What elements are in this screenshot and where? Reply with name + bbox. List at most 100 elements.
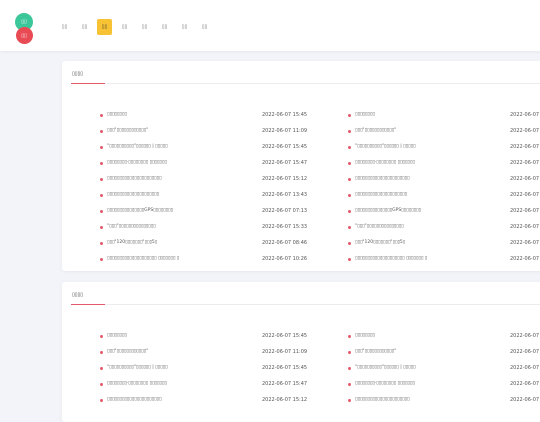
- news-title[interactable]: ▯▯▯▯▯▯▯▯▯▯▯▯▯▯▯▯▯▯▯▯▯▯: [355, 395, 409, 405]
- news-date: 2022-06-07 15:45: [262, 144, 308, 150]
- news-date: 2022-06-07 15:47: [262, 160, 308, 166]
- news-row[interactable]: ▯▯▯▯▯▯▯▯·▯▯▯▯▯▯▯▯ ▯▯▯▯▯▯▯ 2022-06-07 15:4…: [100, 378, 315, 394]
- news-row[interactable]: ▯▯▯▯▯▯▯▯▯▯▯▯▯▯▯▯▯▯▯▯▯▯ 2022-06-07: [348, 394, 540, 410]
- nav-item-7[interactable]: ▯▯: [177, 19, 192, 35]
- news-date: 2022-06-07 15:45: [262, 365, 308, 371]
- news-title[interactable]: ▯▯▯▯▯▯▯▯▯▯▯▯▯▯▯▯▯▯▯▯ ▯▯▯▯▯▯▯ ▯: [355, 254, 427, 264]
- news-row[interactable]: "▯▯▯"▯▯▯▯▯▯▯▯▯▯▯▯▯▯▯ 2022-06-07 15:33: [100, 221, 315, 237]
- bullet-icon: [100, 146, 103, 149]
- news-row[interactable]: ▯▯▯▯▯▯▯▯ 2022-06-07 15:45: [100, 330, 315, 346]
- news-title[interactable]: ▯▯▯▯▯▯▯▯: [355, 110, 375, 120]
- news-row[interactable]: ▯▯▯▯▯▯▯▯▯▯▯▯▯▯▯▯▯▯▯▯ ▯▯▯▯▯▯▯ ▯ 2022-06-07…: [100, 253, 315, 269]
- bullet-icon: [348, 351, 351, 354]
- news-title[interactable]: ▯▯▯"▯▯▯▯▯▯▯▯▯▯▯▯": [355, 126, 396, 136]
- news-title[interactable]: "▯▯▯▯▯▯▯▯▯▯"▯▯▯▯▯▯ | ▯▯▯▯▯: [107, 142, 168, 152]
- news-row[interactable]: "▯▯▯▯▯▯▯▯▯▯"▯▯▯▯▯▯ | ▯▯▯▯▯ 2022-06-07: [348, 362, 540, 378]
- news-title[interactable]: ▯▯▯"120▯▯▯▯▯▯▯"▯▯▯5▯: [355, 238, 405, 248]
- news-row[interactable]: ▯▯▯▯▯▯▯▯·▯▯▯▯▯▯▯▯ ▯▯▯▯▯▯▯ 2022-06-07 15:4…: [100, 157, 315, 173]
- nav-item-8[interactable]: ▯▯: [197, 19, 212, 35]
- news-date: 2022-06-07: [510, 192, 540, 198]
- news-card-2: ▯▯▯▯ ▯▯▯▯▯▯▯▯ 2022-06-07 15:45 ▯▯▯"▯▯▯▯▯▯…: [62, 282, 540, 422]
- news-row[interactable]: ▯▯▯"120▯▯▯▯▯▯▯"▯▯▯5▯ 2022-06-07 08:46: [100, 237, 315, 253]
- news-date: 2022-06-07 11:09: [262, 128, 308, 134]
- news-row[interactable]: "▯▯▯▯▯▯▯▯▯▯"▯▯▯▯▯▯ | ▯▯▯▯▯ 2022-06-07 15:…: [100, 362, 315, 378]
- site-logo[interactable]: ▯▯ ▯▯: [15, 13, 33, 45]
- news-title[interactable]: ▯▯▯"▯▯▯▯▯▯▯▯▯▯▯▯": [355, 347, 396, 357]
- news-title[interactable]: ▯▯▯▯▯▯▯▯▯▯▯▯▯▯▯▯▯▯▯▯▯▯: [107, 174, 161, 184]
- news-row[interactable]: ▯▯▯▯▯▯▯▯▯▯▯▯▯▯▯▯▯▯▯▯ ▯▯▯▯▯▯▯ ▯ 2022-06-07: [348, 253, 540, 269]
- news-row[interactable]: ▯▯▯▯▯▯▯▯·▯▯▯▯▯▯▯▯ ▯▯▯▯▯▯▯ 2022-06-07: [348, 157, 540, 173]
- bullet-icon: [100, 383, 103, 386]
- news-title[interactable]: "▯▯▯"▯▯▯▯▯▯▯▯▯▯▯▯▯▯▯: [355, 222, 404, 232]
- news-title[interactable]: ▯▯▯▯▯▯▯▯▯▯▯▯▯▯▯▯▯▯▯▯▯: [355, 190, 407, 200]
- news-row[interactable]: ▯▯▯▯▯▯▯▯▯▯▯▯▯▯▯▯▯▯▯▯▯▯ 2022-06-07 15:12: [100, 173, 315, 189]
- news-title[interactable]: "▯▯▯▯▯▯▯▯▯▯"▯▯▯▯▯▯ | ▯▯▯▯▯: [355, 142, 416, 152]
- news-list-right: ▯▯▯▯▯▯▯▯ 2022-06-07 ▯▯▯"▯▯▯▯▯▯▯▯▯▯▯▯" 2022…: [348, 109, 540, 269]
- news-title[interactable]: ▯▯▯▯▯▯▯▯▯▯▯▯▯▯▯GPS▯▯▯▯▯▯▯▯: [107, 206, 173, 216]
- news-row[interactable]: ▯▯▯▯▯▯▯▯▯▯▯▯▯▯▯▯▯▯▯▯▯ 2022-06-07: [348, 189, 540, 205]
- bullet-icon: [100, 114, 103, 117]
- news-row[interactable]: ▯▯▯"120▯▯▯▯▯▯▯"▯▯▯5▯ 2022-06-07: [348, 237, 540, 253]
- news-row[interactable]: ▯▯▯▯▯▯▯▯·▯▯▯▯▯▯▯▯ ▯▯▯▯▯▯▯ 2022-06-07: [348, 378, 540, 394]
- news-title[interactable]: ▯▯▯▯▯▯▯▯: [107, 110, 127, 120]
- news-card-1: ▯▯▯▯ ▯▯▯▯▯▯▯▯ 2022-06-07 15:45 ▯▯▯"▯▯▯▯▯▯…: [62, 61, 540, 271]
- news-title[interactable]: ▯▯▯▯▯▯▯▯▯▯▯▯▯▯▯GPS▯▯▯▯▯▯▯▯: [355, 206, 421, 216]
- news-row[interactable]: "▯▯▯"▯▯▯▯▯▯▯▯▯▯▯▯▯▯▯ 2022-06-07: [348, 221, 540, 237]
- news-row[interactable]: "▯▯▯▯▯▯▯▯▯▯"▯▯▯▯▯▯ | ▯▯▯▯▯ 2022-06-07: [348, 141, 540, 157]
- top-navigation-bar: ▯▯ ▯▯ ▯▯ ▯▯ ▯▯ ▯▯ ▯▯ ▯▯ ▯▯ ▯▯: [0, 0, 540, 51]
- news-row[interactable]: ▯▯▯▯▯▯▯▯ 2022-06-07: [348, 109, 540, 125]
- news-title[interactable]: ▯▯▯▯▯▯▯▯▯▯▯▯▯▯▯▯▯▯▯▯▯▯: [355, 174, 409, 184]
- news-date: 2022-06-07: [510, 256, 540, 262]
- news-row[interactable]: ▯▯▯▯▯▯▯▯ 2022-06-07: [348, 330, 540, 346]
- logo-bottom-text: ▯▯: [21, 33, 27, 39]
- nav-item-4[interactable]: ▯▯: [117, 19, 132, 35]
- news-title[interactable]: ▯▯▯▯▯▯▯▯▯▯▯▯▯▯▯▯▯▯▯▯ ▯▯▯▯▯▯▯ ▯: [107, 254, 179, 264]
- bullet-icon: [100, 194, 103, 197]
- news-date: 2022-06-07: [510, 349, 540, 355]
- card-title: ▯▯▯▯: [72, 292, 84, 298]
- nav-item-1[interactable]: ▯▯: [57, 19, 72, 35]
- nav-item-5[interactable]: ▯▯: [137, 19, 152, 35]
- news-title[interactable]: ▯▯▯▯▯▯▯▯: [355, 331, 375, 341]
- bullet-icon: [348, 146, 351, 149]
- news-title[interactable]: ▯▯▯▯▯▯▯▯·▯▯▯▯▯▯▯▯ ▯▯▯▯▯▯▯: [355, 379, 415, 389]
- news-list-left: ▯▯▯▯▯▯▯▯ 2022-06-07 15:45 ▯▯▯"▯▯▯▯▯▯▯▯▯▯▯…: [100, 109, 315, 269]
- news-row[interactable]: ▯▯▯▯▯▯▯▯▯▯▯▯▯▯▯▯▯▯▯▯▯ 2022-06-07 13:43: [100, 189, 315, 205]
- nav-item-2[interactable]: ▯▯: [77, 19, 92, 35]
- news-title[interactable]: "▯▯▯"▯▯▯▯▯▯▯▯▯▯▯▯▯▯▯: [107, 222, 156, 232]
- news-row[interactable]: ▯▯▯"▯▯▯▯▯▯▯▯▯▯▯▯" 2022-06-07: [348, 346, 540, 362]
- bullet-icon: [100, 210, 103, 213]
- news-date: 2022-06-07 15:45: [262, 333, 308, 339]
- bullet-icon: [100, 178, 103, 181]
- nav-item-3-active[interactable]: ▯▯: [97, 19, 112, 35]
- bullet-icon: [100, 130, 103, 133]
- news-title[interactable]: ▯▯▯"▯▯▯▯▯▯▯▯▯▯▯▯": [107, 126, 148, 136]
- news-row[interactable]: ▯▯▯▯▯▯▯▯▯▯▯▯▯▯▯GPS▯▯▯▯▯▯▯▯ 2022-06-07: [348, 205, 540, 221]
- news-row[interactable]: ▯▯▯"▯▯▯▯▯▯▯▯▯▯▯▯" 2022-06-07 11:09: [100, 125, 315, 141]
- news-row[interactable]: ▯▯▯▯▯▯▯▯▯▯▯▯▯▯▯GPS▯▯▯▯▯▯▯▯ 2022-06-07 07:…: [100, 205, 315, 221]
- news-row[interactable]: ▯▯▯"▯▯▯▯▯▯▯▯▯▯▯▯" 2022-06-07 11:09: [100, 346, 315, 362]
- news-date: 2022-06-07 10:26: [262, 256, 308, 262]
- news-row[interactable]: ▯▯▯▯▯▯▯▯ 2022-06-07 15:45: [100, 109, 315, 125]
- card-title-accent: [71, 83, 105, 84]
- news-row[interactable]: ▯▯▯▯▯▯▯▯▯▯▯▯▯▯▯▯▯▯▯▯▯▯ 2022-06-07 15:12: [100, 394, 315, 410]
- card-title: ▯▯▯▯: [72, 71, 84, 77]
- news-date: 2022-06-07 08:46: [262, 240, 308, 246]
- news-title[interactable]: ▯▯▯▯▯▯▯▯▯▯▯▯▯▯▯▯▯▯▯▯▯▯: [107, 395, 161, 405]
- news-title[interactable]: ▯▯▯"120▯▯▯▯▯▯▯"▯▯▯5▯: [107, 238, 157, 248]
- news-row[interactable]: "▯▯▯▯▯▯▯▯▯▯"▯▯▯▯▯▯ | ▯▯▯▯▯ 2022-06-07 15:…: [100, 141, 315, 157]
- news-row[interactable]: ▯▯▯▯▯▯▯▯▯▯▯▯▯▯▯▯▯▯▯▯▯▯ 2022-06-07: [348, 173, 540, 189]
- news-title[interactable]: ▯▯▯▯▯▯▯▯·▯▯▯▯▯▯▯▯ ▯▯▯▯▯▯▯: [355, 158, 415, 168]
- nav-item-6[interactable]: ▯▯: [157, 19, 172, 35]
- news-title[interactable]: ▯▯▯"▯▯▯▯▯▯▯▯▯▯▯▯": [107, 347, 148, 357]
- bullet-icon: [348, 335, 351, 338]
- news-row[interactable]: ▯▯▯"▯▯▯▯▯▯▯▯▯▯▯▯" 2022-06-07: [348, 125, 540, 141]
- news-title[interactable]: ▯▯▯▯▯▯▯▯▯▯▯▯▯▯▯▯▯▯▯▯▯: [107, 190, 159, 200]
- news-title[interactable]: "▯▯▯▯▯▯▯▯▯▯"▯▯▯▯▯▯ | ▯▯▯▯▯: [355, 363, 416, 373]
- card-title-accent: [71, 304, 105, 305]
- bullet-icon: [348, 399, 351, 402]
- news-title[interactable]: "▯▯▯▯▯▯▯▯▯▯"▯▯▯▯▯▯ | ▯▯▯▯▯: [107, 363, 168, 373]
- news-title[interactable]: ▯▯▯▯▯▯▯▯: [107, 331, 127, 341]
- news-title[interactable]: ▯▯▯▯▯▯▯▯·▯▯▯▯▯▯▯▯ ▯▯▯▯▯▯▯: [107, 158, 167, 168]
- news-title[interactable]: ▯▯▯▯▯▯▯▯·▯▯▯▯▯▯▯▯ ▯▯▯▯▯▯▯: [107, 379, 167, 389]
